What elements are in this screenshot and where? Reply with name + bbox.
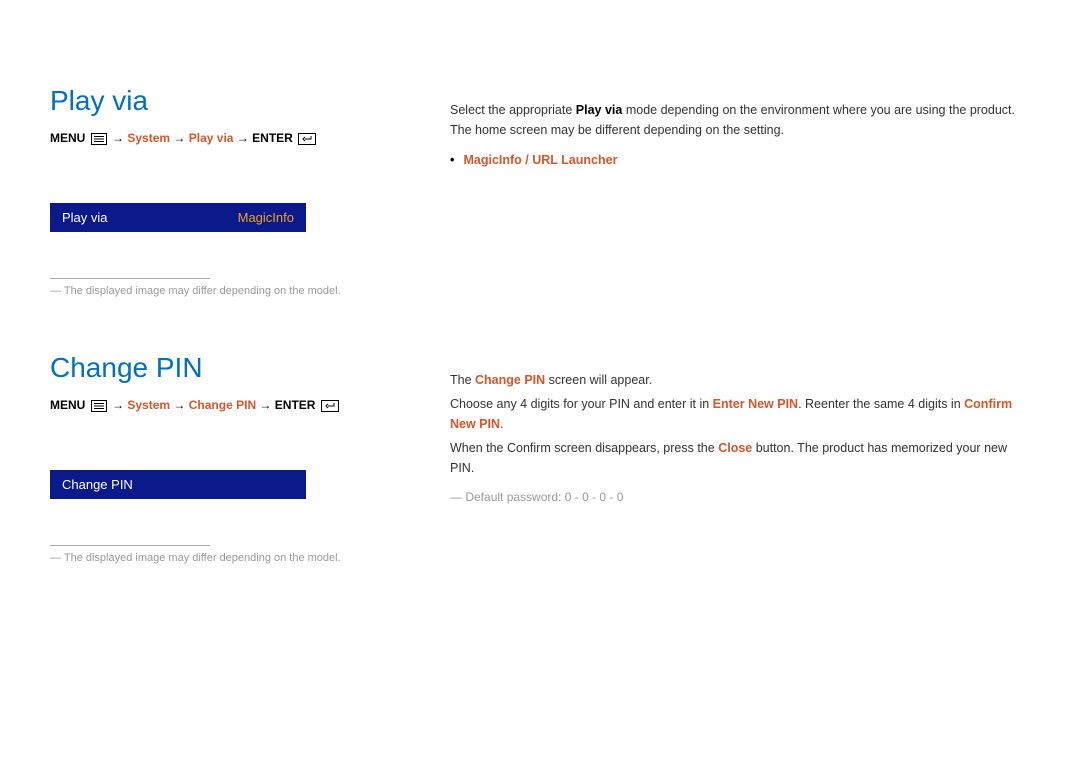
- body-change-pin: The Change PIN screen will appear. Choos…: [450, 352, 1030, 507]
- enter-icon: [321, 400, 339, 415]
- menu-icon: [91, 400, 107, 415]
- text: Select the appropriate: [450, 103, 576, 117]
- bullet-item: • MagicInfo / URL Launcher: [450, 150, 1030, 170]
- text-highlight: Enter New PIN: [713, 397, 798, 411]
- arrow: →: [173, 131, 188, 145]
- arrow: →: [112, 131, 127, 145]
- image-note: ― The displayed image may differ dependi…: [50, 552, 410, 564]
- nav-enter-label: ENTER: [275, 398, 316, 412]
- osd-change-pin: Change PIN: [50, 470, 306, 499]
- text: The: [450, 373, 475, 387]
- nav-system: System: [127, 131, 170, 145]
- text: . Reenter the same 4 digits in: [798, 397, 964, 411]
- nav-change-pin: Change PIN: [189, 398, 256, 412]
- nav-play-via: Play via: [189, 131, 234, 145]
- arrow: →: [173, 398, 188, 412]
- osd-label: Change PIN: [62, 477, 133, 492]
- text: screen will appear.: [545, 373, 652, 387]
- text: Choose any 4 digits for your PIN and ent…: [450, 397, 713, 411]
- text: mode depending on the environment where …: [622, 103, 1015, 117]
- text: The home screen may be different dependi…: [450, 120, 1030, 140]
- osd-play-via: Play via MagicInfo: [50, 203, 306, 232]
- text: When the Confirm screen disappears, pres…: [450, 441, 718, 455]
- divider: [50, 278, 210, 279]
- menu-icon: [91, 133, 107, 148]
- nav-path-play-via: MENU → System → Play via → ENTER: [50, 131, 410, 148]
- body-play-via: Select the appropriate Play via mode dep…: [450, 85, 1030, 170]
- nav-system: System: [127, 398, 170, 412]
- heading-change-pin: Change PIN: [50, 352, 410, 384]
- arrow: →: [259, 398, 274, 412]
- text-highlight: Change PIN: [475, 373, 545, 387]
- nav-menu-label: MENU: [50, 131, 85, 145]
- divider: [50, 545, 210, 546]
- default-password-note: Default password: 0 - 0 - 0 - 0: [450, 488, 1030, 507]
- image-note: ― The displayed image may differ dependi…: [50, 285, 410, 297]
- text-highlight: Close: [718, 441, 752, 455]
- bullet-dot: •: [450, 150, 460, 170]
- bullet-text: MagicInfo / URL Launcher: [463, 153, 617, 167]
- osd-value: MagicInfo: [238, 210, 294, 225]
- osd-label: Play via: [62, 210, 108, 225]
- text: .: [500, 417, 503, 431]
- text-bold: Play via: [576, 103, 623, 117]
- heading-play-via: Play via: [50, 85, 410, 117]
- arrow: →: [237, 131, 252, 145]
- nav-menu-label: MENU: [50, 398, 85, 412]
- enter-icon: [298, 133, 316, 148]
- nav-enter-label: ENTER: [252, 131, 293, 145]
- arrow: →: [112, 398, 127, 412]
- nav-path-change-pin: MENU → System → Change PIN → ENTER: [50, 398, 410, 415]
